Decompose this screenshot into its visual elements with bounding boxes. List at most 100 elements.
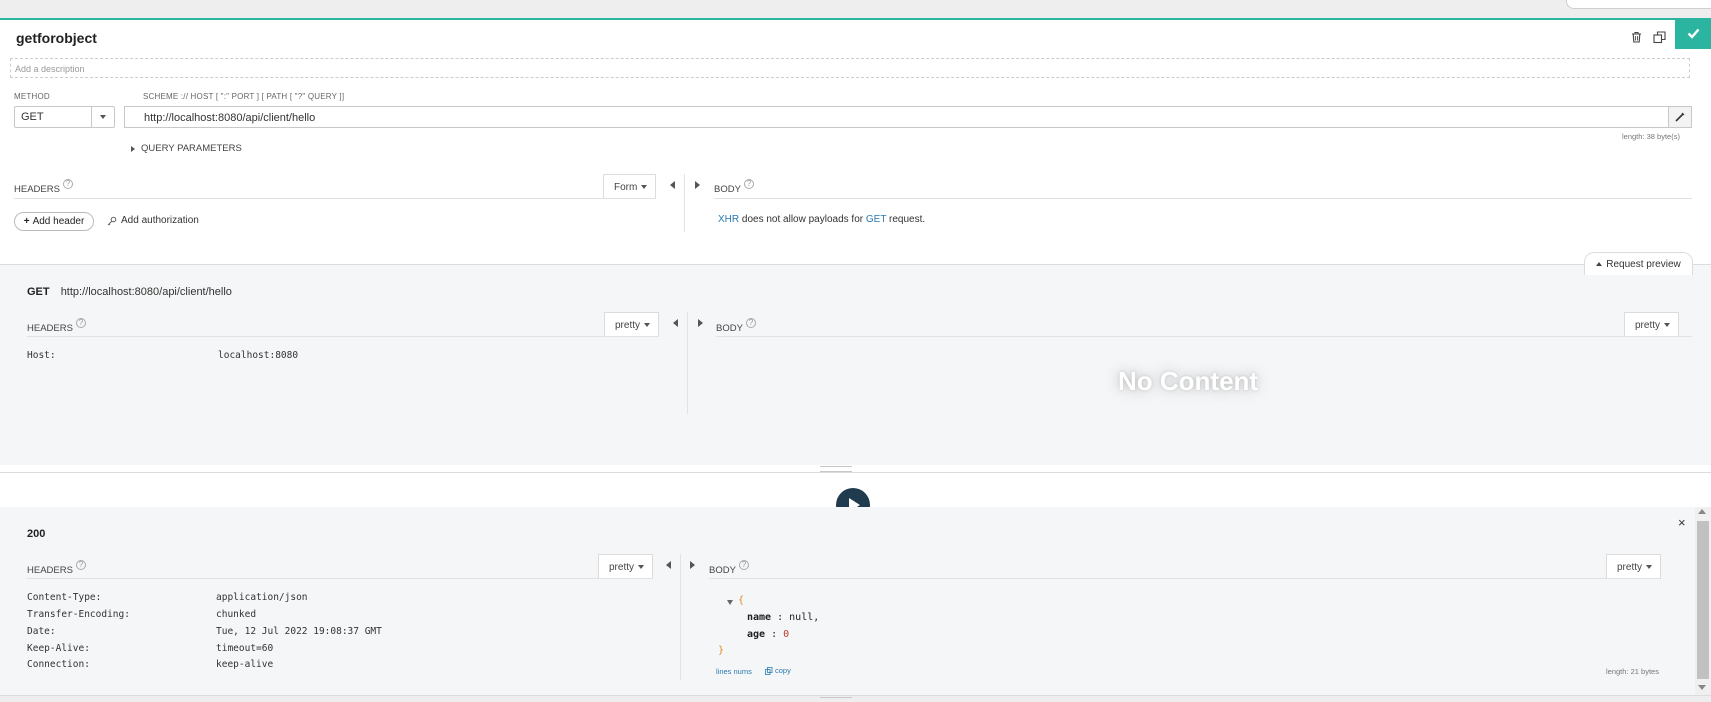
trash-icon[interactable]: [1629, 30, 1643, 44]
expand-right-icon[interactable]: [698, 319, 703, 327]
headers-label: HEADERS: [27, 565, 73, 576]
xhr-link[interactable]: XHR: [718, 214, 739, 225]
help-icon[interactable]: ?: [75, 560, 86, 570]
mode-value: pretty: [609, 562, 635, 573]
chevron-down-icon: [641, 185, 648, 190]
request-title[interactable]: getforobject: [16, 30, 97, 46]
url-length: length: 38 byte(s): [1622, 132, 1680, 141]
preview-url: http://localhost:8080/api/client/hello: [60, 286, 232, 298]
url-input[interactable]: http://localhost:8080/api/client/hello: [124, 106, 1692, 128]
chevron-down-icon: [644, 323, 651, 328]
preview-body-heading: BODY?: [716, 318, 756, 336]
add-header-button[interactable]: + Add header: [14, 212, 94, 231]
divider: [27, 336, 659, 337]
description-field[interactable]: Add a description: [10, 58, 1690, 78]
url-value: http://localhost:8080/api/client/hello: [144, 112, 316, 124]
preview-headers-mode-select[interactable]: pretty: [604, 312, 659, 336]
check-icon: [1687, 28, 1699, 39]
no-content-text: No Content: [1118, 366, 1259, 396]
help-icon[interactable]: ?: [743, 179, 754, 189]
collapse-left-icon[interactable]: [673, 319, 678, 327]
method-select[interactable]: GET: [14, 106, 115, 128]
json-close-brace: }: [718, 645, 725, 656]
collapse-json-icon[interactable]: [727, 600, 733, 605]
duplicate-icon[interactable]: [1652, 30, 1666, 44]
top-right-tab[interactable]: [1566, 0, 1711, 9]
body-label: BODY: [709, 565, 736, 576]
body-message: XHR does not allow payloads for GET requ…: [718, 214, 925, 225]
expand-right-icon[interactable]: [695, 181, 700, 189]
scroll-down-icon[interactable]: [1698, 685, 1706, 690]
preview-body-mode-select[interactable]: pretty: [1624, 312, 1679, 336]
copy-link[interactable]: copy: [765, 666, 791, 675]
json-key: age: [747, 629, 766, 640]
header-name: Host:: [27, 350, 56, 361]
body-message-end: request.: [886, 214, 926, 225]
help-icon[interactable]: ?: [62, 179, 73, 189]
close-icon[interactable]: ×: [1678, 516, 1686, 529]
header-value: application/json: [216, 592, 308, 603]
get-link[interactable]: GET: [866, 214, 886, 225]
json-key: name: [747, 612, 772, 623]
json-field: name : null,: [747, 612, 820, 623]
help-icon[interactable]: ?: [745, 318, 756, 328]
header-value: Tue, 12 Jul 2022 19:08:37 GMT: [216, 626, 382, 637]
request-preview-tab[interactable]: Request preview: [1584, 252, 1693, 275]
divider: [27, 578, 653, 579]
json-field: age : 0: [747, 629, 790, 640]
collapse-left-icon[interactable]: [666, 561, 671, 569]
url-format-label: SCHEME :// HOST [ ":" PORT ] [ PATH [ "?…: [143, 92, 345, 101]
magic-wand-icon[interactable]: [1668, 107, 1691, 127]
scrollbar-thumb[interactable]: [1697, 521, 1709, 679]
mode-value: pretty: [1635, 320, 1661, 331]
response-headers-mode-select[interactable]: pretty: [598, 554, 653, 578]
preview-request-line: GET http://localhost:8080/api/client/hel…: [27, 286, 232, 298]
plus-icon: +: [23, 216, 30, 227]
request-headers-heading: HEADERS?: [14, 179, 73, 197]
header-name: Date:: [27, 626, 56, 637]
headers-label: HEADERS: [27, 323, 73, 334]
top-bar: [0, 0, 1711, 20]
json-value: 0: [783, 629, 790, 640]
lines-nums-link[interactable]: lines nums: [716, 667, 752, 676]
json-open-brace: {: [738, 595, 745, 606]
body-label: BODY: [716, 323, 743, 334]
header-value: localhost:8080: [218, 350, 299, 361]
expand-right-icon[interactable]: [690, 561, 695, 569]
header-name: Keep-Alive:: [27, 643, 90, 654]
response-length: length: 21 bytes: [1606, 667, 1659, 676]
header-value: chunked: [216, 609, 257, 620]
request-preview-panel: [0, 264, 1711, 465]
header-name: Connection:: [27, 659, 90, 670]
save-button[interactable]: [1675, 18, 1711, 49]
panel-divider: [684, 174, 685, 232]
caret-up-icon: [1596, 262, 1603, 266]
body-message-text: does not allow payloads for: [739, 214, 866, 225]
headers-mode-value: Form: [614, 182, 638, 193]
chevron-down-icon: [1646, 565, 1653, 570]
header-value: timeout=60: [216, 643, 274, 654]
query-parameters-label: QUERY PARAMETERS: [141, 143, 242, 154]
collapse-left-icon[interactable]: [670, 181, 675, 189]
query-parameters-toggle[interactable]: QUERY PARAMETERS: [131, 143, 242, 154]
resize-handle[interactable]: [820, 697, 852, 700]
chevron-down-icon[interactable]: [91, 107, 114, 127]
chevron-down-icon: [638, 565, 645, 570]
caret-right-icon: [131, 145, 135, 152]
response-body-mode-select[interactable]: pretty: [1606, 554, 1661, 578]
chevron-down-icon: [1664, 323, 1671, 328]
method-label: METHOD: [14, 92, 50, 101]
header-value: keep-alive: [216, 659, 274, 670]
copy-icon: [765, 666, 773, 675]
panel-divider: [687, 312, 688, 414]
header-name: Content-Type:: [27, 592, 102, 603]
add-authorization-link[interactable]: Add authorization: [107, 215, 199, 226]
header-name: Transfer-Encoding:: [27, 609, 130, 620]
preview-method: GET: [27, 286, 50, 298]
headers-mode-select[interactable]: Form: [603, 174, 656, 198]
help-icon[interactable]: ?: [75, 318, 86, 328]
request-body-heading: BODY?: [714, 179, 754, 197]
help-icon[interactable]: ?: [738, 560, 749, 570]
divider: [714, 198, 1692, 199]
scroll-up-icon[interactable]: [1698, 509, 1706, 514]
